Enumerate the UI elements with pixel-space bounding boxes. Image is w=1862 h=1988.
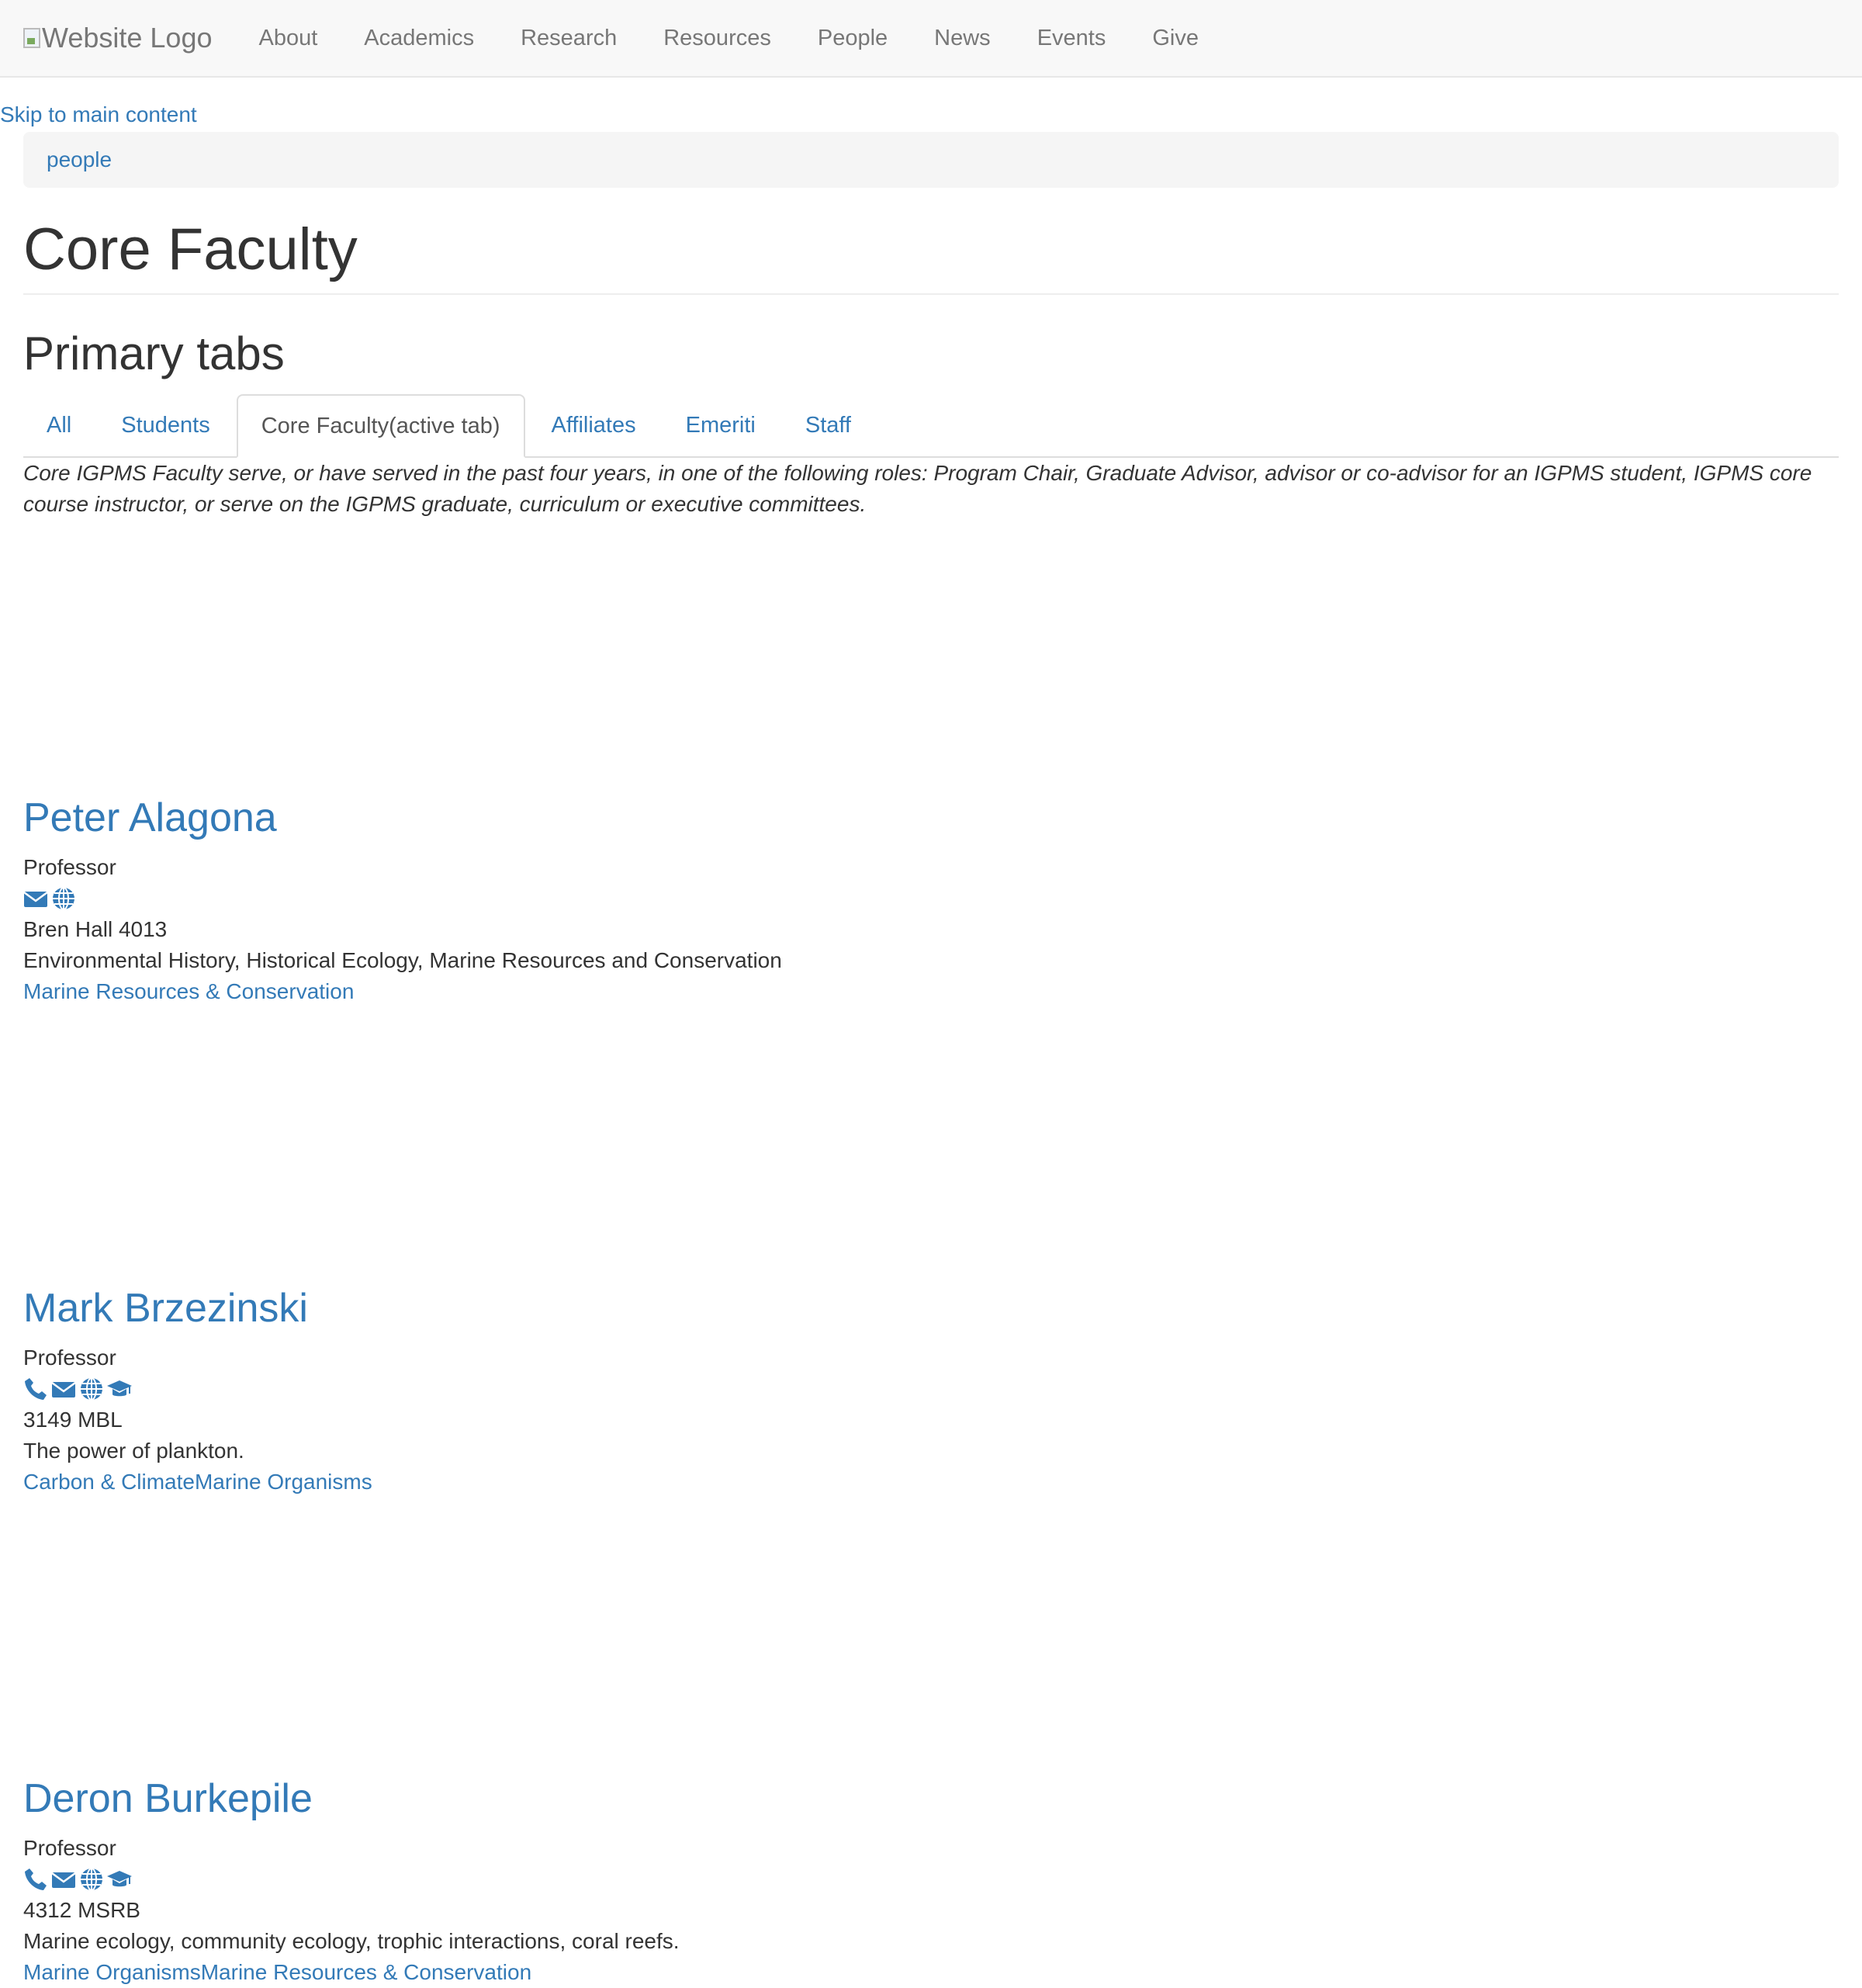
- research-area-link[interactable]: Marine Organisms: [23, 1960, 201, 1984]
- research-area-tags: Carbon & ClimateMarine Organisms: [23, 1467, 1808, 1498]
- research-area-tags: Marine OrganismsMarine Resources & Conse…: [23, 1957, 1808, 1988]
- research-area-link[interactable]: Carbon & Climate: [23, 1470, 195, 1494]
- tab-affiliates[interactable]: Affiliates: [528, 394, 659, 456]
- faculty-name-link[interactable]: Mark Brzezinski: [23, 1286, 308, 1331]
- envelope-icon[interactable]: [51, 1377, 76, 1401]
- faculty-card: Deron Burkepile Professor 4312 MSRB Mari…: [23, 1774, 1808, 1988]
- contact-icons: [23, 883, 1808, 914]
- office-location: 4312 MSRB: [23, 1898, 140, 1922]
- tab-students[interactable]: Students: [98, 394, 233, 456]
- logo-alt-text: Website Logo: [42, 22, 213, 54]
- primary-tabs: All Students Core Faculty(active tab) Af…: [23, 394, 1839, 458]
- faculty-name-link[interactable]: Peter Alagona: [23, 795, 277, 840]
- research-interests: The power of plankton.: [23, 1439, 244, 1463]
- main-menu: About Academics Research Resources Peopl…: [235, 0, 1222, 77]
- page-title: Core Faculty: [23, 214, 1839, 295]
- faculty-title: Professor: [23, 1346, 116, 1370]
- faculty-name-link[interactable]: Deron Burkepile: [23, 1776, 313, 1821]
- breadcrumb: people: [23, 132, 1839, 188]
- tab-core-faculty[interactable]: Core Faculty(active tab): [236, 394, 525, 458]
- broken-image-icon: [23, 28, 40, 48]
- core-faculty-description: Core IGPMS Faculty serve, or have served…: [23, 461, 1812, 516]
- faculty-title: Professor: [23, 1836, 116, 1860]
- faculty-card: Peter Alagona Professor Bren Hall 4013 E…: [23, 793, 1808, 1007]
- research-area-link[interactable]: Marine Resources & Conservation: [23, 979, 354, 1003]
- primary-tabs-heading: Primary tabs: [23, 327, 285, 379]
- nav-events[interactable]: Events: [1014, 0, 1130, 77]
- nav-people[interactable]: People: [794, 0, 911, 77]
- website-logo[interactable]: Website Logo: [23, 0, 212, 77]
- research-interests: Environmental History, Historical Ecolog…: [23, 948, 782, 972]
- research-area-tags: Marine Resources & Conservation: [23, 976, 1808, 1007]
- globe-icon[interactable]: [79, 1377, 104, 1401]
- office-location: Bren Hall 4013: [23, 917, 168, 941]
- contact-icons: [23, 1373, 1808, 1404]
- faculty-title: Professor: [23, 855, 116, 879]
- research-area-link[interactable]: Marine Resources & Conservation: [201, 1960, 531, 1984]
- globe-icon[interactable]: [79, 1867, 104, 1892]
- nav-academics[interactable]: Academics: [341, 0, 497, 77]
- nav-about[interactable]: About: [235, 0, 341, 77]
- phone-icon[interactable]: [23, 1377, 48, 1401]
- research-interests: Marine ecology, community ecology, troph…: [23, 1929, 680, 1953]
- envelope-icon[interactable]: [23, 886, 48, 911]
- nav-news[interactable]: News: [911, 0, 1014, 77]
- top-navbar: Website Logo About Academics Research Re…: [0, 0, 1862, 78]
- graduation-cap-icon[interactable]: [107, 1867, 132, 1892]
- tab-emeriti[interactable]: Emeriti: [663, 394, 779, 456]
- phone-icon[interactable]: [23, 1867, 48, 1892]
- contact-icons: [23, 1864, 1808, 1895]
- tab-all[interactable]: All: [23, 394, 95, 456]
- envelope-icon[interactable]: [51, 1867, 76, 1892]
- skip-to-content-link[interactable]: Skip to main content: [0, 102, 197, 127]
- graduation-cap-icon[interactable]: [107, 1377, 132, 1401]
- tab-staff[interactable]: Staff: [782, 394, 874, 456]
- faculty-card: Mark Brzezinski Professor 3149 MBL The p…: [23, 1283, 1808, 1498]
- office-location: 3149 MBL: [23, 1408, 123, 1432]
- nav-resources[interactable]: Resources: [640, 0, 794, 77]
- breadcrumb-people-link[interactable]: people: [47, 147, 112, 172]
- nav-give[interactable]: Give: [1129, 0, 1222, 77]
- research-area-link[interactable]: Marine Organisms: [195, 1470, 372, 1494]
- globe-icon[interactable]: [51, 886, 76, 911]
- nav-research[interactable]: Research: [497, 0, 640, 77]
